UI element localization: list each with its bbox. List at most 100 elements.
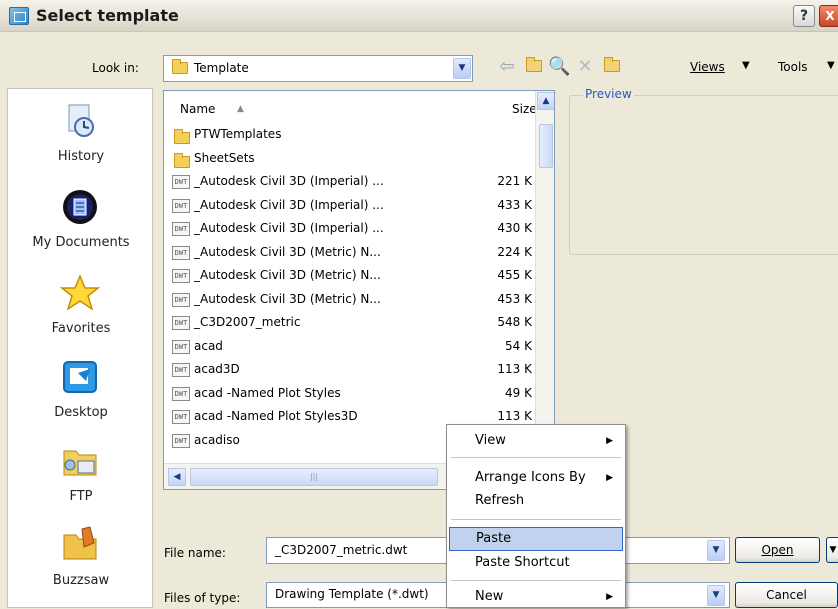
new-folder-icon[interactable] bbox=[601, 56, 623, 78]
preview-label: Preview bbox=[583, 87, 634, 101]
place-label: FTP bbox=[69, 489, 93, 504]
delete-icon[interactable]: ✕ bbox=[574, 56, 596, 78]
file-name: PTWTemplates bbox=[194, 127, 282, 141]
tools-menu[interactable]: Tools bbox=[778, 60, 808, 74]
sort-ascending-icon: ▲ bbox=[237, 104, 244, 114]
views-arrow-icon[interactable]: ▼ bbox=[742, 60, 750, 71]
dwt-file-icon: DWT bbox=[172, 175, 190, 189]
file-name: _Autodesk Civil 3D (Imperial) ... bbox=[194, 221, 384, 235]
help-button[interactable]: ? bbox=[793, 5, 815, 27]
dwt-file-icon: DWT bbox=[172, 386, 190, 401]
close-button[interactable]: X bbox=[819, 5, 838, 27]
submenu-arrow-icon: ▶ bbox=[606, 473, 613, 483]
scroll-up-icon[interactable]: ▲ bbox=[537, 92, 554, 110]
menu-item-arrange-icons-by[interactable]: Arrange Icons By ▶ bbox=[449, 466, 623, 490]
file-list-item[interactable]: DWT _Autodesk Civil 3D (Metric) N... 455 K bbox=[170, 265, 540, 288]
submenu-arrow-icon: ▶ bbox=[606, 592, 613, 602]
app-icon bbox=[9, 7, 29, 25]
file-name: acad bbox=[194, 338, 223, 353]
chevron-down-icon[interactable]: ▼ bbox=[707, 540, 725, 561]
file-name: _Autodesk Civil 3D (Metric) N... bbox=[194, 291, 381, 306]
file-type-value: Drawing Template (*.dwt) bbox=[275, 587, 429, 601]
menu-item-view[interactable]: View ▶ bbox=[449, 429, 623, 453]
up-folder-icon[interactable] bbox=[523, 56, 545, 78]
file-size: 548 K bbox=[497, 315, 532, 329]
dwt-file-icon: DWT bbox=[172, 433, 190, 448]
look-in-dropdown[interactable]: Template ▼ bbox=[163, 55, 473, 82]
cancel-button[interactable]: Cancel bbox=[735, 582, 838, 608]
menu-separator bbox=[451, 580, 621, 581]
place-label: My Documents bbox=[32, 235, 130, 250]
dwt-file-icon: DWT bbox=[172, 222, 190, 236]
file-size: 221 K bbox=[497, 174, 532, 188]
file-name-label: File name: bbox=[164, 546, 226, 560]
scroll-thumb[interactable] bbox=[539, 124, 553, 168]
place-desktop[interactable]: Desktop bbox=[8, 349, 154, 431]
menu-item-paste[interactable]: Paste bbox=[449, 527, 623, 551]
file-list-item[interactable]: DWT _Autodesk Civil 3D (Metric) N... 224 K bbox=[170, 242, 540, 265]
file-name: acad -Named Plot Styles3D bbox=[194, 409, 358, 423]
file-list-item[interactable]: DWT _Autodesk Civil 3D (Metric) N... 453 K bbox=[170, 289, 540, 312]
place-label: Desktop bbox=[54, 405, 108, 420]
dwt-file-icon: DWT bbox=[172, 269, 190, 283]
history-icon bbox=[68, 104, 94, 137]
folder-icon bbox=[174, 129, 190, 144]
title-bar: Select template ? X bbox=[0, 0, 838, 32]
file-size: 113 K bbox=[497, 362, 532, 376]
file-name: _C3D2007_metric bbox=[194, 315, 301, 329]
scroll-thumb-horizontal[interactable]: ||| bbox=[190, 468, 438, 486]
file-list-item[interactable]: DWT _Autodesk Civil 3D (Imperial) ... 221 … bbox=[170, 171, 540, 194]
file-list-item[interactable]: PTWTemplates bbox=[170, 124, 540, 147]
file-list-item[interactable]: DWT acad -Named Plot Styles 49 K bbox=[170, 383, 540, 406]
place-my-documents[interactable]: My Documents bbox=[8, 179, 154, 261]
open-button[interactable]: Open bbox=[735, 537, 820, 563]
place-buzzsaw[interactable]: Buzzsaw bbox=[8, 517, 154, 599]
file-list-item[interactable]: DWT acad3D 113 K bbox=[170, 359, 540, 382]
place-favorites[interactable]: Favorites bbox=[8, 265, 154, 347]
menu-item-new[interactable]: New ▶ bbox=[449, 585, 623, 609]
column-header-name[interactable]: Name bbox=[180, 102, 215, 116]
file-size: 224 K bbox=[497, 244, 532, 259]
chevron-down-icon[interactable]: ▼ bbox=[453, 58, 471, 79]
back-icon[interactable]: ⇦ bbox=[496, 56, 518, 78]
file-list-item[interactable]: DWT _C3D2007_metric 548 K bbox=[170, 312, 540, 335]
context-menu: View ▶ Arrange Icons By ▶ Refresh Paste Pa… bbox=[446, 424, 626, 608]
file-name: _Autodesk Civil 3D (Imperial) ... bbox=[194, 197, 384, 212]
vertical-scrollbar[interactable]: ▲ bbox=[535, 91, 554, 463]
file-size: 453 K bbox=[497, 291, 532, 306]
tools-arrow-icon[interactable]: ▼ bbox=[827, 60, 835, 71]
menu-item-paste-shortcut[interactable]: Paste Shortcut bbox=[449, 551, 623, 575]
file-name: _Autodesk Civil 3D (Metric) N... bbox=[194, 268, 381, 282]
file-size: 433 K bbox=[497, 197, 532, 212]
file-list-item[interactable]: SheetSets bbox=[170, 148, 540, 171]
views-menu[interactable]: Views bbox=[690, 60, 725, 74]
scroll-left-icon[interactable]: ◀ bbox=[168, 468, 186, 486]
places-bar: History My Documents Favorites Desktop F… bbox=[7, 88, 153, 608]
search-web-icon[interactable]: 🔍 bbox=[548, 56, 570, 78]
place-label: History bbox=[57, 149, 105, 164]
dwt-file-icon: DWT bbox=[172, 339, 190, 354]
place-history[interactable]: History bbox=[8, 93, 154, 175]
folder-icon bbox=[172, 59, 188, 74]
dwt-file-icon: DWT bbox=[172, 245, 190, 260]
file-size: 113 K bbox=[497, 409, 532, 423]
dwt-file-icon: DWT bbox=[172, 410, 190, 424]
file-size: 54 K bbox=[505, 338, 532, 353]
file-size: 49 K bbox=[505, 385, 532, 400]
file-list-item[interactable]: DWT _Autodesk Civil 3D (Imperial) ... 430 … bbox=[170, 218, 540, 241]
open-options-icon[interactable]: ▼ bbox=[826, 537, 838, 563]
chevron-down-icon[interactable]: ▼ bbox=[707, 585, 725, 606]
place-label: Buzzsaw bbox=[52, 573, 110, 588]
favorites-icon bbox=[60, 274, 100, 311]
my-documents-icon bbox=[63, 190, 97, 224]
menu-item-refresh[interactable]: Refresh bbox=[449, 489, 623, 513]
file-name: acad3D bbox=[194, 362, 240, 376]
look-in-label: Look in: bbox=[92, 61, 139, 75]
file-size: 430 K bbox=[497, 221, 532, 235]
file-list-item[interactable]: DWT acad 54 K bbox=[170, 336, 540, 359]
place-ftp[interactable]: FTP bbox=[8, 433, 154, 515]
window-title: Select template bbox=[36, 6, 179, 25]
file-name: _Autodesk Civil 3D (Metric) N... bbox=[194, 244, 381, 259]
file-type-label: Files of type: bbox=[164, 591, 241, 605]
file-list-item[interactable]: DWT _Autodesk Civil 3D (Imperial) ... 433 … bbox=[170, 195, 540, 218]
